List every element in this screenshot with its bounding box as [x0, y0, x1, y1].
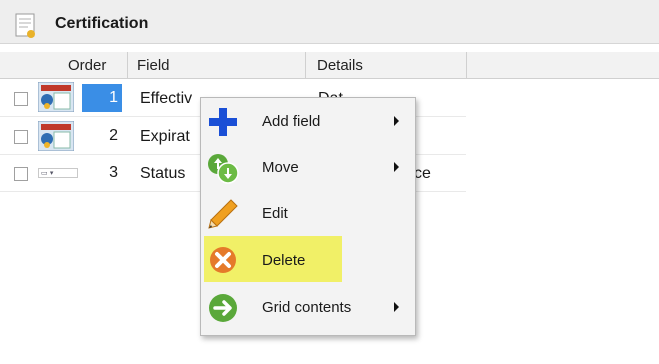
- order-cell[interactable]: 3: [82, 159, 122, 187]
- delete-x-icon: [210, 247, 236, 273]
- submenu-arrow-icon: [394, 302, 399, 312]
- pencil-icon: [208, 199, 238, 229]
- dropdown-thumbnail-icon: ▭ ▾: [38, 168, 78, 178]
- menu-item-add-field[interactable]: Add field: [201, 102, 415, 142]
- row-checkbox[interactable]: [14, 92, 28, 106]
- menu-item-label: Grid contents: [262, 299, 352, 316]
- field-cell[interactable]: Effectiv: [140, 90, 192, 108]
- submenu-arrow-icon: [394, 162, 399, 172]
- certificate-thumbnail-icon: [38, 121, 74, 151]
- certificate-thumbnail-icon: [38, 82, 74, 112]
- menu-item-edit[interactable]: Edit: [201, 194, 415, 234]
- details-cell[interactable]: ce: [414, 165, 431, 183]
- menu-item-grid-contents[interactable]: Grid contents: [201, 288, 415, 328]
- column-header-field[interactable]: Field: [137, 57, 170, 74]
- row-checkbox[interactable]: [14, 130, 28, 144]
- panel-title: Certification: [55, 15, 149, 32]
- menu-item-label: Add field: [262, 113, 321, 130]
- order-cell[interactable]: 1: [82, 84, 122, 112]
- column-header-order[interactable]: Order: [68, 57, 106, 74]
- order-cell[interactable]: 2: [82, 122, 122, 150]
- menu-item-label: Delete: [262, 252, 306, 269]
- grid-header: Order Field Details: [0, 52, 659, 79]
- column-divider[interactable]: [305, 52, 306, 79]
- move-arrows-icon: [208, 154, 239, 184]
- arrow-right-circle-icon: [209, 294, 237, 322]
- certificate-document-icon: [15, 13, 35, 38]
- row-checkbox[interactable]: [14, 167, 28, 181]
- column-divider[interactable]: [466, 52, 467, 79]
- menu-item-label: Move: [262, 159, 299, 176]
- submenu-arrow-icon: [394, 116, 399, 126]
- field-cell[interactable]: Expirat: [140, 128, 190, 146]
- menu-item-label: Edit: [262, 205, 288, 222]
- menu-item-delete[interactable]: Delete: [204, 236, 342, 282]
- column-divider[interactable]: [127, 52, 128, 79]
- context-menu: Add field Move Edit Delete Grid contents: [200, 97, 416, 336]
- column-header-details[interactable]: Details: [317, 57, 363, 74]
- panel-title-bar: Certification: [0, 0, 659, 44]
- plus-icon: [209, 108, 237, 136]
- field-cell[interactable]: Status: [140, 165, 185, 183]
- menu-item-move[interactable]: Move: [201, 148, 415, 188]
